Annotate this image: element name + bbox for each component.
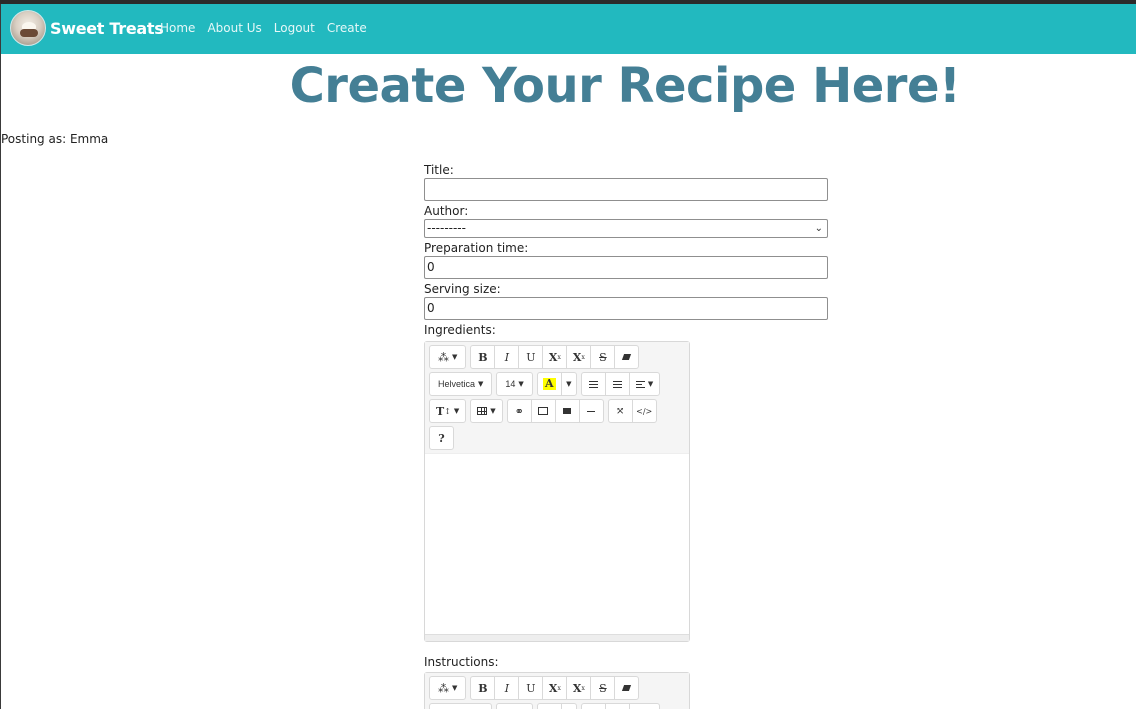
color-dropdown-icon[interactable]: ▼ [560,703,577,709]
brand-link[interactable]: Sweet Treats [10,10,164,46]
ingredients-label: Ingredients: [424,323,496,337]
ordered-list-icon[interactable] [604,703,630,709]
recipe-form: Title: Author: --------- ⌄ Preparation t… [424,163,828,709]
eraser-icon[interactable] [614,676,640,700]
nav-create-link[interactable]: Create [327,21,367,35]
line-height-icon[interactable]: T ↕ ▼ [429,399,467,423]
italic-button[interactable]: I [494,676,520,700]
title-input[interactable] [424,178,828,201]
nav-logout-link[interactable]: Logout [274,21,315,35]
title-label: Title: [424,163,454,177]
strikethrough-button[interactable]: S [590,345,616,369]
nav-links: Home About Us Logout Create [160,21,367,35]
page-title: Create Your Recipe Here! [289,58,961,114]
help-button[interactable]: ? [429,426,454,450]
ingredients-editor-area[interactable] [425,453,689,634]
underline-button[interactable]: U [518,676,544,700]
serving-size-label: Serving size: [424,282,501,296]
brand-logo-icon [10,10,46,46]
instructions-label: Instructions: [424,655,499,669]
editor-resize-bar[interactable] [425,634,689,641]
font-size-dropdown[interactable]: 14▼ [496,372,533,396]
superscript-button[interactable]: Xx [542,676,568,700]
nav-about-link[interactable]: About Us [207,21,261,35]
nav-home-link[interactable]: Home [160,21,195,35]
ordered-list-icon[interactable] [604,372,630,396]
magic-wand-icon[interactable]: ⁂ ▼ [429,676,467,700]
editor-toolbar: ⁂▼ B I U Xx Xx S Helvetica▼ 14▼ [425,342,689,450]
text-color-button[interactable]: A [536,703,562,709]
paragraph-align-icon[interactable]: ▼ [628,372,661,396]
ingredients-editor: ⁂ ▼ B I U Xx Xx S Helvetica ▼ 14 ▼ A ▼ ▼… [424,341,690,642]
eraser-icon[interactable] [614,345,640,369]
superscript-button[interactable]: Xx [542,345,568,369]
bold-button[interactable]: B [470,676,496,700]
bold-button[interactable]: B [470,345,496,369]
instructions-editor: ⁂▼ B I U Xx Xx S Helvetica▼ 14▼ [424,672,690,709]
italic-button[interactable]: I [494,345,520,369]
unordered-list-icon[interactable] [580,372,606,396]
strikethrough-button[interactable]: S [590,676,616,700]
unordered-list-icon[interactable] [580,703,606,709]
author-selected-value: --------- [427,221,466,235]
serving-size-input[interactable]: 0 [424,297,828,320]
horizontal-rule-icon[interactable] [578,399,604,423]
editor-toolbar: ⁂▼ B I U Xx Xx S Helvetica▼ 14▼ [425,673,689,709]
chevron-down-icon: ⌄ [814,223,823,234]
font-name-dropdown[interactable]: Helvetica▼ [429,372,493,396]
brand-name: Sweet Treats [50,18,164,38]
paragraph-align-icon[interactable]: ▼ [628,703,661,709]
navbar: Sweet Treats Home About Us Logout Create [1,4,1136,54]
fullscreen-icon[interactable]: ⤧ [607,399,633,423]
image-icon[interactable] [530,399,556,423]
video-icon[interactable] [554,399,580,423]
posting-as-text: Posting as: Emma [1,132,109,146]
subscript-button[interactable]: Xx [566,676,592,700]
code-view-icon[interactable]: </> [631,399,657,423]
author-select[interactable]: --------- ⌄ [424,219,828,238]
underline-button[interactable]: U [518,345,544,369]
color-dropdown-icon[interactable]: ▼ [560,372,577,396]
text-color-button[interactable]: A [536,372,562,396]
magic-wand-icon[interactable]: ⁂ ▼ [429,345,467,369]
link-icon[interactable]: ⚭ [506,399,532,423]
font-size-dropdown[interactable]: 14▼ [496,703,533,709]
prep-time-label: Preparation time: [424,241,529,255]
font-name-dropdown[interactable]: Helvetica▼ [429,703,493,709]
author-label: Author: [424,204,469,218]
table-icon[interactable]: ▼ [470,399,503,423]
subscript-button[interactable]: Xx [566,345,592,369]
prep-time-input[interactable]: 0 [424,256,828,279]
